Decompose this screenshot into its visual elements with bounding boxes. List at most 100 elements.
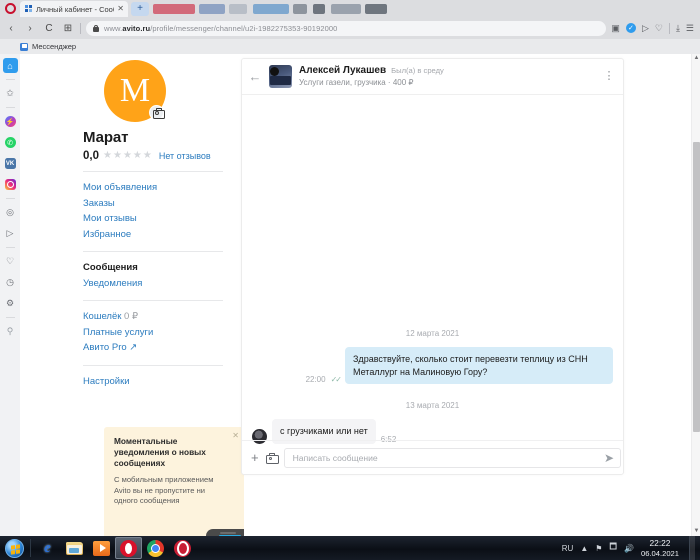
- show-desktop-button[interactable]: [689, 536, 695, 560]
- bookmark-label-messenger[interactable]: Мессенджер: [32, 42, 76, 51]
- taskbar-item-google-chrome[interactable]: [142, 537, 169, 559]
- telegram-icon[interactable]: ▷: [3, 226, 18, 241]
- message-list[interactable]: 12 марта 2021 22:00 ✓✓ Здравствуйте, ско…: [242, 95, 623, 444]
- opera-browser-window: Личный кабинет - Сооб… ✕ + ‹ › C ⊞: [0, 0, 700, 536]
- sidebar-item-notifications[interactable]: Уведомления: [83, 276, 223, 292]
- system-tray: RU ▲ ⚑ 🗖 🔊 22:22 06.04.2021: [562, 536, 700, 560]
- close-icon[interactable]: ✕: [232, 431, 239, 440]
- favorites-star-icon[interactable]: ✩: [3, 86, 18, 101]
- sidebar-item-favorites[interactable]: Избранное: [83, 227, 223, 243]
- start-button[interactable]: [1, 537, 27, 559]
- browser-tab-active[interactable]: Личный кабинет - Сооб… ✕: [20, 1, 128, 17]
- attach-plus-icon[interactable]: +: [251, 451, 259, 464]
- chat-panel: ← Алексей Лукашев Был(а) в среду Услуги …: [241, 58, 624, 475]
- forward-button[interactable]: ›: [23, 21, 37, 35]
- sidebar-item-paid-services[interactable]: Платные услуги: [83, 325, 223, 341]
- chat-user-name[interactable]: Алексей Лукашев: [299, 65, 386, 76]
- taskbar-item-file-explorer[interactable]: [61, 537, 88, 559]
- taskbar-item-opera-gx[interactable]: [169, 537, 196, 559]
- sidebar-item-avito-pro[interactable]: Авито Pro ↗: [83, 340, 223, 356]
- back-button[interactable]: ‹: [4, 21, 18, 35]
- back-arrow-icon[interactable]: ←: [248, 69, 262, 84]
- pin-icon[interactable]: ⚲: [3, 324, 18, 339]
- avito-favicon-icon: [25, 5, 33, 13]
- heart-icon[interactable]: ♡: [655, 23, 663, 33]
- message-time: 22:00: [305, 375, 326, 384]
- instagram-icon[interactable]: [3, 177, 18, 192]
- sidebar-item-wallet[interactable]: Кошелёк 0 ₽: [83, 309, 223, 325]
- opera-logo-icon[interactable]: [0, 0, 20, 17]
- new-tab-button[interactable]: +: [131, 2, 149, 16]
- action-center-icon[interactable]: 🗖: [609, 541, 617, 555]
- volume-icon[interactable]: 🔊: [624, 544, 634, 553]
- background-tabs[interactable]: [149, 1, 700, 17]
- scrollbar-thumb[interactable]: [693, 142, 700, 432]
- camera-icon[interactable]: [149, 105, 165, 120]
- sidebar-item-orders[interactable]: Заказы: [83, 196, 223, 212]
- wallet-balance: 0 ₽: [124, 311, 138, 322]
- chat-menu-icon[interactable]: ⋮: [603, 71, 615, 82]
- scroll-down-icon[interactable]: ▼: [692, 527, 700, 536]
- sidebar-item-settings[interactable]: Настройки: [83, 374, 223, 390]
- downloads-icon[interactable]: ⤓: [676, 23, 680, 33]
- messenger-bookmark-icon[interactable]: [20, 42, 28, 51]
- heart-icon[interactable]: ♡: [3, 254, 18, 269]
- date-separator: 13 марта 2021: [405, 401, 460, 410]
- wallet-label: Кошелёк: [83, 311, 122, 322]
- send-icon[interactable]: ➤: [604, 451, 614, 465]
- chat-user-last-seen: Был(а) в среду: [391, 66, 444, 75]
- vpn-badge-icon[interactable]: ✓: [625, 23, 636, 33]
- message-composer: + ➤: [242, 440, 623, 474]
- promo-body: С мобильным приложением Avito вы не проп…: [114, 475, 214, 505]
- avatar[interactable]: M: [104, 60, 166, 122]
- settings-gear-icon[interactable]: ⚙: [3, 296, 18, 311]
- message-input[interactable]: [292, 452, 612, 463]
- url-text: www.avito.ru/profile/messenger/channel/u…: [104, 23, 338, 33]
- address-bar[interactable]: www.avito.ru/profile/messenger/channel/u…: [86, 20, 607, 36]
- history-icon[interactable]: ◷: [3, 275, 18, 290]
- show-hidden-icon[interactable]: ▲: [580, 544, 588, 553]
- divider: [83, 300, 223, 301]
- star-icon: ★: [122, 150, 132, 161]
- tab-close-icon[interactable]: ✕: [117, 5, 124, 13]
- player-icon[interactable]: ◎: [3, 205, 18, 220]
- chat-listing-info[interactable]: Услуги газели, грузчика · 400 ₽: [299, 78, 413, 87]
- camera-icon[interactable]: [265, 453, 279, 464]
- snapshot-icon[interactable]: ▣: [611, 23, 620, 33]
- message-input-wrap[interactable]: [283, 447, 621, 468]
- taskbar-item-opera-browser[interactable]: [115, 537, 142, 559]
- star-icon: ★: [112, 150, 122, 161]
- menu-icon[interactable]: ☰: [686, 23, 694, 33]
- reviews-link[interactable]: Нет отзывов: [159, 151, 211, 161]
- tab-title: Личный кабинет - Сооб…: [36, 4, 114, 14]
- taskbar-item-internet-explorer[interactable]: e: [34, 537, 61, 559]
- vk-icon[interactable]: VK: [3, 156, 18, 171]
- message-row-outgoing: 22:00 ✓✓ Здравствуйте, сколько стоит пер…: [306, 347, 613, 384]
- reload-button[interactable]: C: [42, 21, 56, 35]
- chat-header-text: Алексей Лукашев Был(а) в среду Услуги га…: [299, 65, 596, 88]
- page-scrollbar[interactable]: ▲ ▼: [691, 54, 700, 536]
- whatsapp-icon[interactable]: ✆: [3, 135, 18, 150]
- toolbar-icons: ▣ ✓ ▷ ♡ ⤓ ☰: [611, 22, 694, 34]
- sidebar-item-my-ads[interactable]: Мои объявления: [83, 180, 223, 196]
- divider: [83, 364, 223, 366]
- date-separator: 12 марта 2021: [405, 329, 460, 338]
- sidebar-item-my-reviews[interactable]: Мои отзывы: [83, 211, 223, 227]
- taskbar-item-windows-media-player[interactable]: [88, 537, 115, 559]
- sidebar-item-messages[interactable]: Сообщения: [83, 260, 223, 276]
- language-indicator[interactable]: RU: [562, 544, 574, 553]
- listing-thumbnail[interactable]: [269, 65, 292, 88]
- network-icon[interactable]: ⚑: [595, 544, 602, 553]
- scroll-up-icon[interactable]: ▲: [692, 54, 700, 63]
- bookmarks-bar: Мессенджер: [0, 39, 700, 54]
- divider: [83, 251, 223, 252]
- facebook-messenger-icon[interactable]: ⚡: [3, 114, 18, 129]
- clock[interactable]: 22:22 06.04.2021: [641, 538, 682, 559]
- promo-banner: ✕ Моментальные уведомления о новых сообщ…: [104, 427, 244, 536]
- rail-divider-4: [5, 247, 15, 248]
- home-icon[interactable]: ⌂: [2, 58, 18, 73]
- lock-icon: [93, 24, 99, 32]
- opera-sidebar-rail: ⌂ ✩ ⚡ ✆ VK ◎ ▷ ♡ ◷ ⚙ ⚲: [0, 54, 20, 536]
- send-icon[interactable]: ▷: [642, 23, 649, 33]
- speed-dial-button[interactable]: ⊞: [61, 21, 75, 35]
